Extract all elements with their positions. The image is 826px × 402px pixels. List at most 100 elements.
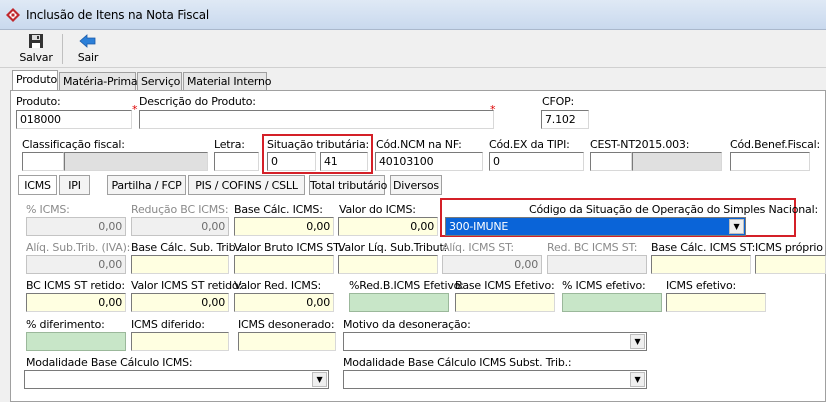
valor-red-input[interactable]: 0,00 xyxy=(234,293,334,312)
icms-proprio-input[interactable] xyxy=(755,255,826,274)
modalidade-st-label: Modalidade Base Cálculo ICMS Subst. Trib… xyxy=(343,356,572,369)
chevron-down-icon[interactable]: ▼ xyxy=(729,219,744,234)
icms-efetivo-input[interactable] xyxy=(666,293,766,312)
descricao-input[interactable] xyxy=(139,110,494,129)
base-sub-label: Base Cálc. Sub. Trib.: xyxy=(131,241,243,254)
required-mark: * xyxy=(490,103,496,116)
cfop-label: CFOP: xyxy=(542,95,575,108)
csosn-label: Código da Situação de Operação do Simple… xyxy=(529,203,818,216)
modalidade-select[interactable]: ▼ xyxy=(24,370,329,389)
save-button[interactable]: Salvar xyxy=(16,33,56,67)
descricao-label: Descrição do Produto: xyxy=(139,95,256,108)
aliq-icms-st-label: Alíq. ICMS ST: xyxy=(442,241,514,254)
chevron-down-icon[interactable]: ▼ xyxy=(312,372,327,387)
exit-button[interactable]: Sair xyxy=(68,33,108,67)
subtab-ipi[interactable]: IPI xyxy=(59,175,90,195)
valor-icms-input[interactable]: 0,00 xyxy=(338,217,438,236)
valor-retido-label: Valor ICMS ST retido: xyxy=(131,279,242,292)
diferimento-label: % diferimento: xyxy=(26,318,105,331)
bc-retido-input[interactable]: 0,00 xyxy=(26,293,126,312)
valor-retido-input[interactable]: 0,00 xyxy=(131,293,229,312)
tab-material-interno[interactable]: Material Interno xyxy=(183,72,272,90)
modalidade-label: Modalidade Base Cálculo ICMS: xyxy=(26,356,193,369)
floppy-disk-icon xyxy=(29,34,43,48)
situacao-label: Situação tributária: xyxy=(267,138,370,151)
desonerado-label: ICMS desonerado: xyxy=(238,318,335,331)
modalidade-st-select[interactable]: ▼ xyxy=(343,370,647,389)
exit-button-label: Sair xyxy=(77,51,99,64)
red-bc-st-label: Red. BC ICMS ST: xyxy=(547,241,638,254)
base-efetivo-input[interactable] xyxy=(455,293,555,312)
ncm-input[interactable]: 40103100 xyxy=(375,152,483,171)
benef-label: Cód.Benef.Fiscal: xyxy=(730,138,820,151)
app-logo-icon xyxy=(6,8,20,22)
motivo-select[interactable]: ▼ xyxy=(343,332,647,351)
tab-servico[interactable]: Serviço xyxy=(137,72,182,90)
subtab-icms[interactable]: ICMS xyxy=(18,175,57,195)
ex-tipi-input[interactable]: 0 xyxy=(489,152,584,171)
situacao-input-1[interactable]: 0 xyxy=(267,152,316,171)
subtab-diversos[interactable]: Diversos xyxy=(390,175,442,195)
cest-label: CEST-NT2015.003: xyxy=(590,138,690,151)
cest-input[interactable] xyxy=(590,152,632,171)
desonerado-input[interactable] xyxy=(238,332,336,351)
tab-materia-prima[interactable]: Matéria-Prima xyxy=(59,72,138,90)
valor-liq-sub-input[interactable] xyxy=(338,255,438,274)
valor-red-label: Valor Red. ICMS: xyxy=(234,279,322,292)
chevron-down-icon[interactable]: ▼ xyxy=(630,372,645,387)
base-calc-st-label: Base Cálc. ICMS ST: xyxy=(651,241,756,254)
aliq-icms-st-input: 0,00 xyxy=(442,255,542,274)
red-b-efetivo-input[interactable] xyxy=(349,293,449,312)
chevron-down-icon[interactable]: ▼ xyxy=(630,334,645,349)
base-sub-input[interactable] xyxy=(131,255,229,274)
ncm-label: Cód.NCM na NF: xyxy=(376,138,462,151)
letra-label: Letra: xyxy=(214,138,245,151)
motivo-label: Motivo da desoneração: xyxy=(343,318,471,331)
produto-label: Produto: xyxy=(16,95,61,108)
valor-bruto-st-input[interactable] xyxy=(234,255,334,274)
reducao-bc-input: 0,00 xyxy=(131,217,229,236)
classificacao-input[interactable] xyxy=(22,152,64,171)
subtab-partilha-fcp[interactable]: Partilha / FCP xyxy=(107,175,186,195)
cfop-input[interactable]: 7.102 xyxy=(541,110,589,129)
aliq-sub-input: 0,00 xyxy=(26,255,126,274)
tab-produto[interactable]: Produto xyxy=(12,70,58,91)
base-calc-input[interactable]: 0,00 xyxy=(234,217,334,236)
pct-efetivo-label: % ICMS efetivo: xyxy=(562,279,646,292)
valor-bruto-st-label: Valor Bruto ICMS ST: xyxy=(234,241,342,254)
produto-input[interactable]: 018000 xyxy=(16,110,132,129)
valor-liq-sub-label: Valor Líq. Sub.Tribut: xyxy=(338,241,448,254)
cest-desc-input xyxy=(632,152,722,171)
subtab-pis-cofins-csll[interactable]: PIS / COFINS / CSLL xyxy=(188,175,305,195)
classificacao-label: Classificação fiscal: xyxy=(22,138,125,151)
subtab-total-tributario[interactable]: Total tributário xyxy=(309,175,387,195)
letra-input[interactable] xyxy=(214,152,259,171)
base-calc-label: Base Cálc. ICMS: xyxy=(234,203,323,216)
back-arrow-icon xyxy=(79,34,96,48)
pct-icms-label: % ICMS: xyxy=(26,203,70,216)
diferimento-input[interactable] xyxy=(26,332,126,351)
csosn-select[interactable]: 300-IMUNE ▼ xyxy=(445,217,746,236)
base-calc-st-input[interactable] xyxy=(651,255,751,274)
icms-efetivo-label: ICMS efetivo: xyxy=(666,279,737,292)
aliq-sub-label: Alíq. Sub.Trib. (IVA): xyxy=(26,241,131,254)
benef-input[interactable] xyxy=(730,152,810,171)
icms-proprio-label: ICMS próprio S xyxy=(755,241,826,254)
base-efetivo-label: Base ICMS Efetivo: xyxy=(455,279,555,292)
reducao-bc-label: Redução BC ICMS: xyxy=(131,203,229,216)
pct-icms-input: 0,00 xyxy=(26,217,126,236)
required-mark: * xyxy=(132,103,138,116)
title-bar: Inclusão de Itens na Nota Fiscal xyxy=(0,0,826,30)
window-title: Inclusão de Itens na Nota Fiscal xyxy=(26,8,210,22)
ex-tipi-label: Cód.EX da TIPI: xyxy=(489,138,570,151)
pct-efetivo-input[interactable] xyxy=(562,293,662,312)
bc-retido-label: BC ICMS ST retido: xyxy=(26,279,125,292)
toolbar: Salvar Sair xyxy=(0,30,826,68)
diferido-label: ICMS diferido: xyxy=(131,318,205,331)
diferido-input[interactable] xyxy=(131,332,229,351)
red-bc-st-input xyxy=(547,255,647,274)
situacao-input-2[interactable]: 41 xyxy=(320,152,368,171)
csosn-select-value: 300-IMUNE xyxy=(449,220,509,233)
red-b-efetivo-label: %Red.B.ICMS Efetivo: xyxy=(349,279,464,292)
valor-icms-label: Valor do ICMS: xyxy=(339,203,416,216)
